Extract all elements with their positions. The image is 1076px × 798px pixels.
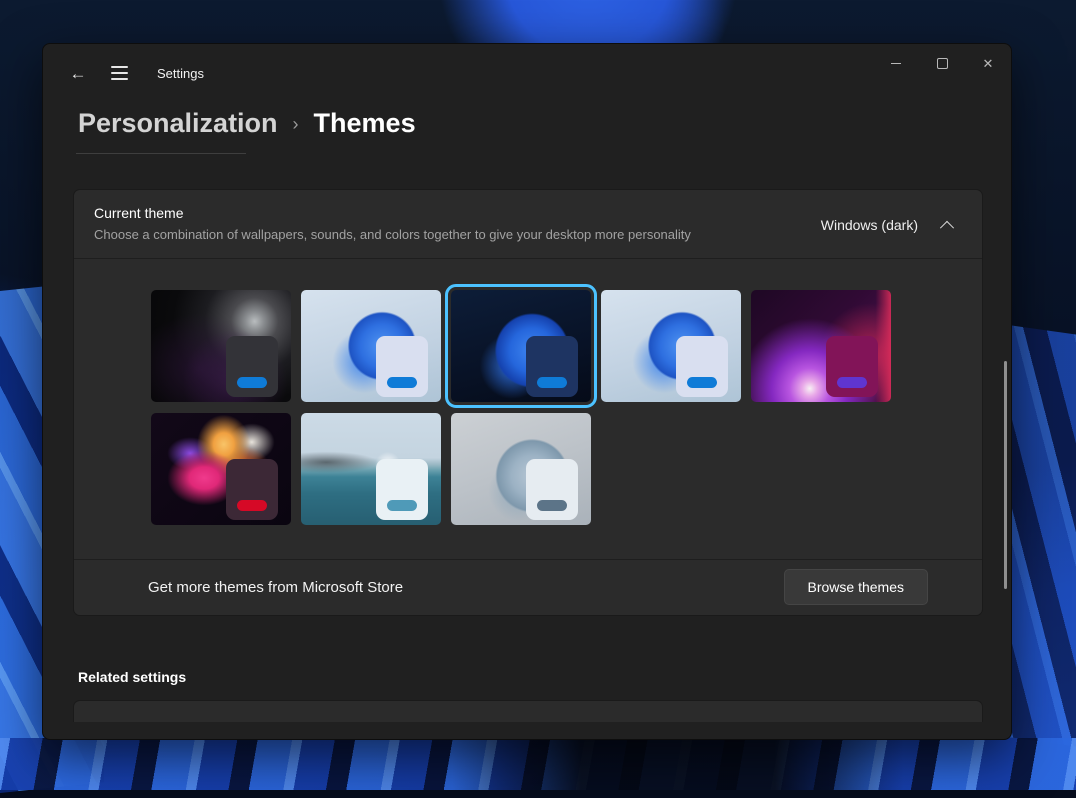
back-arrow-icon: ← xyxy=(70,65,87,82)
app-title: Settings xyxy=(157,66,204,81)
page-title: Themes xyxy=(314,108,416,139)
current-theme-title: Current theme xyxy=(94,205,691,221)
theme-preview-window xyxy=(826,336,878,397)
theme-preview-window xyxy=(226,336,278,397)
breadcrumb: Personalization › Themes xyxy=(78,108,1011,139)
get-more-themes-label: Get more themes from Microsoft Store xyxy=(148,579,403,596)
theme-preview-accent-pill xyxy=(537,500,567,511)
current-theme-header-text: Current theme Choose a combination of wa… xyxy=(94,205,691,245)
close-icon: ✕ xyxy=(983,57,994,70)
theme-preview-accent-pill xyxy=(387,500,417,511)
settings-window: ← Settings ✕ Personalization › Themes Cu… xyxy=(42,43,1012,740)
theme-preview-accent-pill xyxy=(237,500,267,511)
theme-preview-window xyxy=(376,336,428,397)
current-theme-description: Choose a combination of wallpapers, soun… xyxy=(94,226,691,245)
browse-themes-button[interactable]: Browse themes xyxy=(784,569,928,605)
minimize-icon xyxy=(891,63,901,64)
theme-preview-window xyxy=(376,459,428,520)
window-controls: ✕ xyxy=(873,44,1011,82)
related-settings-heading: Related settings xyxy=(78,669,1011,685)
theme-thumbnail-abstract-bloom[interactable] xyxy=(151,413,291,525)
breadcrumb-personalization[interactable]: Personalization xyxy=(78,108,278,139)
current-theme-value-group: Windows (dark) xyxy=(821,217,962,233)
navigation-menu-button[interactable] xyxy=(95,58,129,88)
theme-preview-accent-pill xyxy=(837,377,867,388)
theme-preview-window xyxy=(676,336,728,397)
theme-preview-accent-pill xyxy=(687,377,717,388)
maximize-icon xyxy=(937,58,948,69)
minimize-button[interactable] xyxy=(873,44,919,82)
theme-preview-accent-pill xyxy=(237,377,267,388)
maximize-button[interactable] xyxy=(919,44,965,82)
current-theme-card: Current theme Choose a combination of wa… xyxy=(73,189,983,616)
current-theme-value: Windows (dark) xyxy=(821,217,918,233)
theme-thumbnail-mountain-lake[interactable] xyxy=(301,413,441,525)
get-more-themes-row: Get more themes from Microsoft Store Bro… xyxy=(74,560,982,615)
theme-preview-accent-pill xyxy=(387,377,417,388)
back-button[interactable]: ← xyxy=(61,58,95,88)
current-theme-expander[interactable]: Current theme Choose a combination of wa… xyxy=(74,190,982,258)
theme-preview-window xyxy=(526,459,578,520)
close-button[interactable]: ✕ xyxy=(965,44,1011,82)
theme-thumbnail-silver-bloom[interactable] xyxy=(451,413,591,525)
theme-thumbnail-joker-dark[interactable] xyxy=(151,290,291,402)
wallpaper-bloom-right xyxy=(1004,324,1076,747)
hamburger-icon xyxy=(111,66,128,80)
theme-thumbnail-purple-glow[interactable] xyxy=(751,290,891,402)
breadcrumb-separator-icon: › xyxy=(293,114,299,135)
theme-thumbnail-windows-dark[interactable] xyxy=(451,290,591,402)
theme-thumbnail-windows-light[interactable] xyxy=(301,290,441,402)
theme-preview-window xyxy=(226,459,278,520)
chevron-up-icon xyxy=(940,221,954,235)
related-settings-card[interactable] xyxy=(73,700,983,722)
wallpaper-bloom-bottom xyxy=(0,738,1076,790)
breadcrumb-underline xyxy=(76,153,246,154)
theme-grid xyxy=(74,259,982,525)
theme-preview-window xyxy=(526,336,578,397)
theme-thumbnail-windows-light-2[interactable] xyxy=(601,290,741,402)
titlebar[interactable]: ← Settings ✕ xyxy=(43,44,1011,102)
scrollbar[interactable] xyxy=(1004,361,1007,589)
theme-preview-accent-pill xyxy=(537,377,567,388)
theme-gallery xyxy=(74,258,982,560)
